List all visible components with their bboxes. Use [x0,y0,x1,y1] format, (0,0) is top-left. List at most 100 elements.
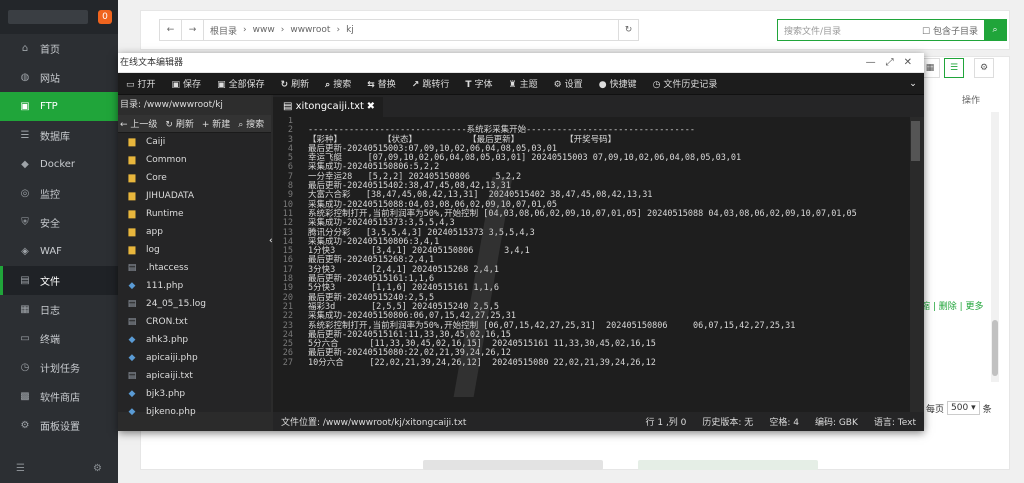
list-item[interactable]: ◆ apicaiji.php [118,349,271,367]
file-tool-button-3[interactable]: ⌕ 搜索 [238,117,264,130]
list-item[interactable]: ◆ 111.php [118,277,271,295]
collapse-icon[interactable]: ☰ [16,463,25,474]
sidebar-item-4[interactable]: ◆ Docker [0,150,118,179]
list-item[interactable]: ◆ bjk3.php [118,385,271,403]
line-number: 7 [287,171,293,182]
crumb-wwwroot[interactable]: wwwroot [284,25,336,35]
file-name: ahk3.php [146,335,189,345]
minimize-icon[interactable]: — [866,53,876,73]
sidebar-item-13[interactable]: ⚙ 面板设置 [0,411,118,440]
blurred-text [423,460,603,470]
list-item[interactable]: ▤ .htaccess [118,259,271,277]
file-name: CRON.txt [146,317,188,327]
sidebar-item-3[interactable]: ☰ 数据库 [0,121,118,150]
toolbar-label: 跳转行 [422,80,450,90]
editor-toolbar: ▭ 打开 ▣ 保存 ▣ 全部保存 ↻ 刷新 ⌕ 搜索 ⇆ 替换 ↗ 跳转行 T 字体 ♜ 主题 ⚙ 设置 ● 快捷键 ◷ 文件… [118,73,924,95]
list-item[interactable]: ▆ log [118,241,271,259]
toolbar-button-8[interactable]: ♜ 主题 [501,77,546,90]
settings-small-icon[interactable]: ⚙ [93,463,102,474]
back-icon[interactable]: ← [160,20,182,40]
folder-icon: ▆ [128,137,136,147]
file-tool-button-2[interactable]: + 新建 [202,117,230,130]
forward-icon[interactable]: → [182,20,204,40]
search-input[interactable]: 搜索文件/目录 [778,24,922,37]
file-name: bjkeno.php [146,407,196,417]
crumb-kj[interactable]: kj [340,25,360,35]
toolbar-button-6[interactable]: ↗ 跳转行 [404,77,458,90]
line-number: 1 [287,117,293,126]
chevron-down-icon[interactable]: ⌄ [902,79,924,89]
status-indent[interactable]: 空格: 4 [761,415,807,428]
list-item[interactable]: ▆ Runtime [118,205,271,223]
sidebar-item-11[interactable]: ◷ 计划任务 [0,353,118,382]
folder-icon: ▆ [128,155,136,165]
file-tool-button-0[interactable]: ← 上一级 [120,117,157,130]
status-history[interactable]: 历史版本: 无 [694,415,761,428]
code-lines[interactable]: -------------------------------系统彩采集开始--… [308,117,910,368]
list-item[interactable]: ◆ bjkeno.php [118,403,271,421]
operation-column-header: 操作 [962,96,981,106]
toolbar-label: 文件历史记录 [663,80,718,90]
toolbar-label: 搜索 [333,80,352,90]
toolbar-button-5[interactable]: ⇆ 替换 [359,77,404,90]
notification-badge[interactable]: 0 [98,10,112,24]
list-item[interactable]: ▆ Caiji [118,133,271,151]
list-item[interactable]: ▤ 24_05_15.log [118,295,271,313]
code-line[interactable]: 10分六合 [22,02,21,39,24,26,12] 20240515080… [308,358,910,368]
line-number: 3 [287,134,293,145]
sidebar-item-6[interactable]: ⛨ 安全 [0,208,118,237]
file-tool-button-1[interactable]: ↻ 刷新 [165,117,193,130]
toolbar-button-11[interactable]: ◷ 文件历史记录 [645,77,726,90]
list-item[interactable]: ▤ apicaiji.txt [118,367,271,385]
close-tab-icon[interactable]: ✖ [367,97,375,117]
list-item[interactable]: ▆ Core [118,169,271,187]
toolbar-button-10[interactable]: ● 快捷键 [591,77,645,90]
sidebar-item-8[interactable]: ▤ 文件 [0,266,118,295]
list-scrollbar[interactable] [991,112,999,382]
sidebar-item-7[interactable]: ◈ WAF [0,237,118,266]
sidebar-item-5[interactable]: ◎ 监控 [0,179,118,208]
scroll-thumb[interactable] [992,320,998,376]
sidebar-footer: ☰ ⚙ [0,453,118,483]
list-item[interactable]: ▆ app [118,223,271,241]
status-cursor[interactable]: 行 1 ,列 0 [638,415,695,428]
list-item[interactable]: ▆ JIHUADATA [118,187,271,205]
status-language[interactable]: 语言: Text [866,415,924,428]
tab-xitongcaiji[interactable]: ▤ xitongcaiji.txt ✖ [273,97,383,117]
list-view-icon[interactable]: ☰ [944,58,964,78]
sidebar-item-9[interactable]: ▦ 日志 [0,295,118,324]
sidebar-item-10[interactable]: ▭ 终端 [0,324,118,353]
list-item[interactable]: ▤ CRON.txt [118,313,271,331]
per-page-select[interactable]: 500 ▾ [947,401,980,415]
file-tool-label: 新建 [212,120,231,130]
search-button[interactable]: ⌕ [984,20,1006,40]
crumb-root[interactable]: 根目录 [204,24,243,37]
sidebar-item-0[interactable]: ⌂ 首页 [0,34,118,63]
folder-icon: ▆ [128,173,136,183]
code-scroll-thumb[interactable] [911,121,920,161]
refresh-icon[interactable]: ↻ [618,20,638,40]
toolbar-button-4[interactable]: ⌕ 搜索 [317,77,359,90]
code-area[interactable]: 1 2 3 4 5 6 7 8 9 10 11 12 13 14 15 16 17 18 19 20 21 22 23 24 2… [273,117,910,412]
gear-icon[interactable]: ⚙ [974,58,994,78]
sidebar-item-2[interactable]: ▣ FTP [0,92,118,121]
toolbar-button-7[interactable]: T 字体 [457,77,500,90]
toolbar-button-1[interactable]: ▣ 保存 [164,77,210,90]
list-item[interactable]: ▆ Common [118,151,271,169]
close-icon[interactable]: ✕ [904,53,912,73]
toolbar-button-9[interactable]: ⚙ 设置 [546,77,591,90]
sidebar-item-12[interactable]: ▩ 软件商店 [0,382,118,411]
sidebar-item-1[interactable]: ◍ 网站 [0,63,118,92]
toolbar-label: 保存 [183,80,202,90]
sidebar-item-label: FTP [40,101,58,112]
toolbar-button-3[interactable]: ↻ 刷新 [273,77,318,90]
code-scrollbar[interactable] [910,117,921,412]
maximize-icon[interactable]: ⤢ [886,53,894,73]
status-encoding[interactable]: 编码: GBK [807,415,866,428]
toolbar-button-2[interactable]: ▣ 全部保存 [209,77,273,90]
crumb-www[interactable]: www [247,25,281,35]
pager: 每页 500 ▾ 条 [926,401,992,415]
list-item[interactable]: ◆ ahk3.php [118,331,271,349]
toolbar-button-0[interactable]: ▭ 打开 [118,77,164,90]
include-subdir-checkbox[interactable]: ☐ 包含子目录 [922,24,978,37]
